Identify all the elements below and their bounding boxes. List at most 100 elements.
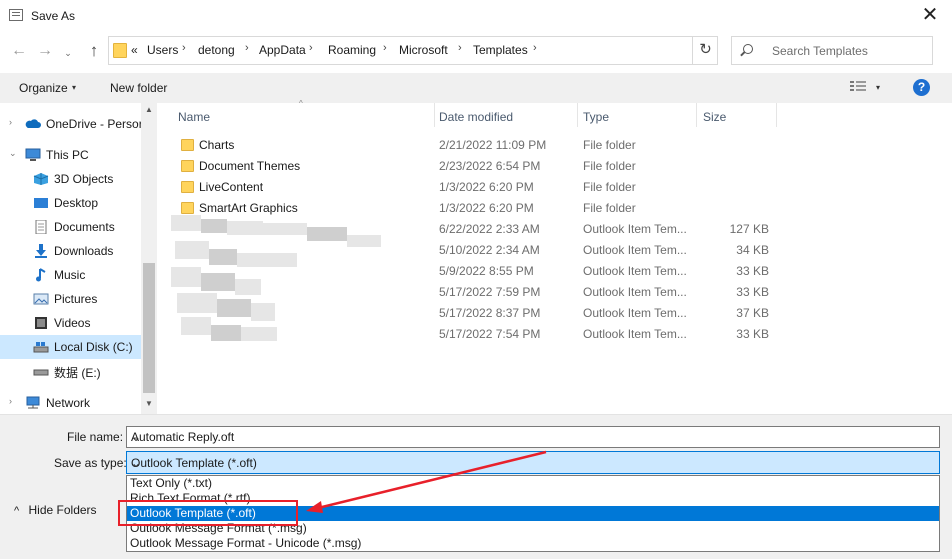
cube-icon xyxy=(33,173,49,185)
chevron-down-icon[interactable]: ▾ xyxy=(72,83,76,92)
sidebar-item-videos[interactable]: Videos xyxy=(0,311,141,335)
breadcrumb-separator[interactable]: › xyxy=(245,42,249,54)
sidebar-item-music[interactable]: Music xyxy=(0,263,141,287)
search-placeholder: Search Templates xyxy=(772,44,868,58)
breadcrumb-separator[interactable]: › xyxy=(383,42,387,54)
option-text-only[interactable]: Text Only (*.txt) xyxy=(127,476,939,491)
sidebar-scrollbar[interactable]: ▲ ▼ xyxy=(141,103,157,414)
drive-icon xyxy=(33,342,49,353)
sidebar-item-label: Local Disk (C:) xyxy=(54,340,133,354)
window-icon xyxy=(9,9,23,21)
sidebar-item-local-disk-c[interactable]: Local Disk (C:) xyxy=(0,335,141,359)
cloud-icon xyxy=(25,119,41,128)
breadcrumb-users[interactable]: Users xyxy=(147,43,178,57)
sidebar-item-onedrive[interactable]: › OneDrive - Persor xyxy=(0,112,143,136)
sidebar-item-label: Desktop xyxy=(54,196,99,210)
scrollbar-thumb[interactable] xyxy=(143,263,155,393)
back-button[interactable]: ← xyxy=(8,42,30,60)
breadcrumb-separator[interactable]: › xyxy=(533,42,537,54)
chevron-right-icon[interactable]: › xyxy=(9,396,12,406)
hide-folders-button[interactable]: ^ Hide Folders xyxy=(14,503,97,517)
scroll-up-icon[interactable]: ▲ xyxy=(145,105,153,114)
sidebar-item-pictures[interactable]: Pictures xyxy=(0,287,141,311)
column-header-date[interactable]: Date modified xyxy=(439,110,513,124)
save-as-type-select[interactable]: Outlook Template (*.oft) ⌄ xyxy=(126,451,940,474)
option-outlook-message-unicode[interactable]: Outlook Message Format - Unicode (*.msg) xyxy=(127,536,939,551)
sidebar-item-data-e[interactable]: 数据 (E:) xyxy=(0,359,141,383)
file-size: 34 KB xyxy=(736,243,769,257)
sidebar-item-label: Network xyxy=(46,396,91,410)
up-button[interactable]: ↑ xyxy=(84,42,104,60)
breadcrumb-separator[interactable]: › xyxy=(182,42,186,54)
forward-button[interactable]: → xyxy=(34,42,56,60)
file-date: 2/21/2022 11:09 PM xyxy=(439,138,547,152)
download-icon xyxy=(35,244,47,258)
new-folder-button[interactable]: New folder xyxy=(110,81,167,95)
file-name-field[interactable]: Automatic Reply.oft ⌄ xyxy=(126,426,940,448)
document-icon xyxy=(35,220,47,234)
sidebar-item-network[interactable]: › Network xyxy=(0,391,141,415)
file-date: 5/10/2022 2:34 AM xyxy=(439,243,540,257)
breadcrumb-microsoft[interactable]: Microsoft xyxy=(399,43,448,57)
sidebar-item-this-pc[interactable]: ⌄ This PC xyxy=(0,143,141,167)
option-label: Outlook Message Format - Unicode (*.msg) xyxy=(130,536,362,550)
sidebar-item-label: 数据 (E:) xyxy=(54,366,101,380)
option-label: Text Only (*.txt) xyxy=(130,476,213,490)
breadcrumb-overflow[interactable]: « xyxy=(131,43,138,57)
breadcrumb-separator[interactable]: › xyxy=(309,42,313,54)
column-header-name[interactable]: Name xyxy=(178,110,210,124)
breadcrumb-appdata[interactable]: AppData xyxy=(259,43,306,57)
help-icon[interactable]: ? xyxy=(913,79,930,96)
breadcrumb-roaming[interactable]: Roaming xyxy=(328,43,376,57)
chevron-down-icon[interactable]: ⌄ xyxy=(131,430,934,444)
list-item[interactable]: Charts 2/21/2022 11:09 PM File folder xyxy=(157,135,797,156)
search-icon xyxy=(743,44,753,54)
sidebar-item-label: Documents xyxy=(54,220,115,234)
file-date: 5/9/2022 8:55 PM xyxy=(439,264,534,278)
column-divider[interactable] xyxy=(434,103,435,127)
column-divider[interactable] xyxy=(776,103,777,127)
pictures-icon xyxy=(33,293,49,305)
sort-ascending-icon: ^ xyxy=(299,99,303,108)
sidebar-item-documents[interactable]: Documents xyxy=(0,215,141,239)
save-as-type-label: Save as type: xyxy=(54,456,127,470)
file-size: 33 KB xyxy=(736,285,769,299)
recent-locations-button[interactable]: ⌄ xyxy=(61,44,75,58)
chevron-down-icon[interactable]: ⌄ xyxy=(9,148,17,159)
chevron-down-icon[interactable]: ▾ xyxy=(876,83,880,92)
sidebar-item-label: This PC xyxy=(46,148,89,162)
search-input[interactable]: Search Templates xyxy=(731,36,933,65)
view-options-icon[interactable] xyxy=(850,80,868,94)
breadcrumb-separator[interactable]: › xyxy=(458,42,462,54)
computer-icon xyxy=(25,148,41,161)
chevron-right-icon[interactable]: › xyxy=(9,117,12,127)
scroll-down-icon[interactable]: ▼ xyxy=(145,399,153,408)
column-header-type[interactable]: Type xyxy=(583,110,609,124)
list-item[interactable]: SmartArt Graphics 1/3/2022 6:20 PM File … xyxy=(157,198,797,219)
folder-icon xyxy=(181,181,194,193)
list-item[interactable]: LiveContent 1/3/2022 6:20 PM File folder xyxy=(157,177,797,198)
sidebar-item-3d-objects[interactable]: 3D Objects xyxy=(0,167,141,191)
address-bar[interactable]: « Users › detong › AppData › Roaming › M… xyxy=(108,36,718,65)
file-type: File folder xyxy=(583,180,636,194)
column-header-size[interactable]: Size xyxy=(703,110,726,124)
breadcrumb-detong[interactable]: detong xyxy=(198,43,235,57)
list-item[interactable]: Document Themes 2/23/2022 6:54 PM File f… xyxy=(157,156,797,177)
file-date: 2/23/2022 6:54 PM xyxy=(439,159,541,173)
organize-button[interactable]: Organize xyxy=(19,81,68,95)
chevron-down-icon[interactable]: ⌄ xyxy=(131,456,934,470)
sidebar-item-downloads[interactable]: Downloads xyxy=(0,239,141,263)
breadcrumb-templates[interactable]: Templates xyxy=(473,43,528,57)
column-divider[interactable] xyxy=(577,103,578,127)
file-date: 5/17/2022 7:59 PM xyxy=(439,285,541,299)
file-date: 6/22/2022 2:33 AM xyxy=(439,222,540,236)
close-button[interactable]: ✕ xyxy=(908,0,952,32)
column-divider[interactable] xyxy=(696,103,697,127)
sidebar-item-desktop[interactable]: Desktop xyxy=(0,191,141,215)
file-type: File folder xyxy=(583,159,636,173)
refresh-button[interactable]: ↻ xyxy=(692,37,718,64)
chevron-up-icon: ^ xyxy=(14,505,20,517)
network-icon xyxy=(26,396,40,409)
file-size: 33 KB xyxy=(736,327,769,341)
file-name: LiveContent xyxy=(199,180,264,194)
